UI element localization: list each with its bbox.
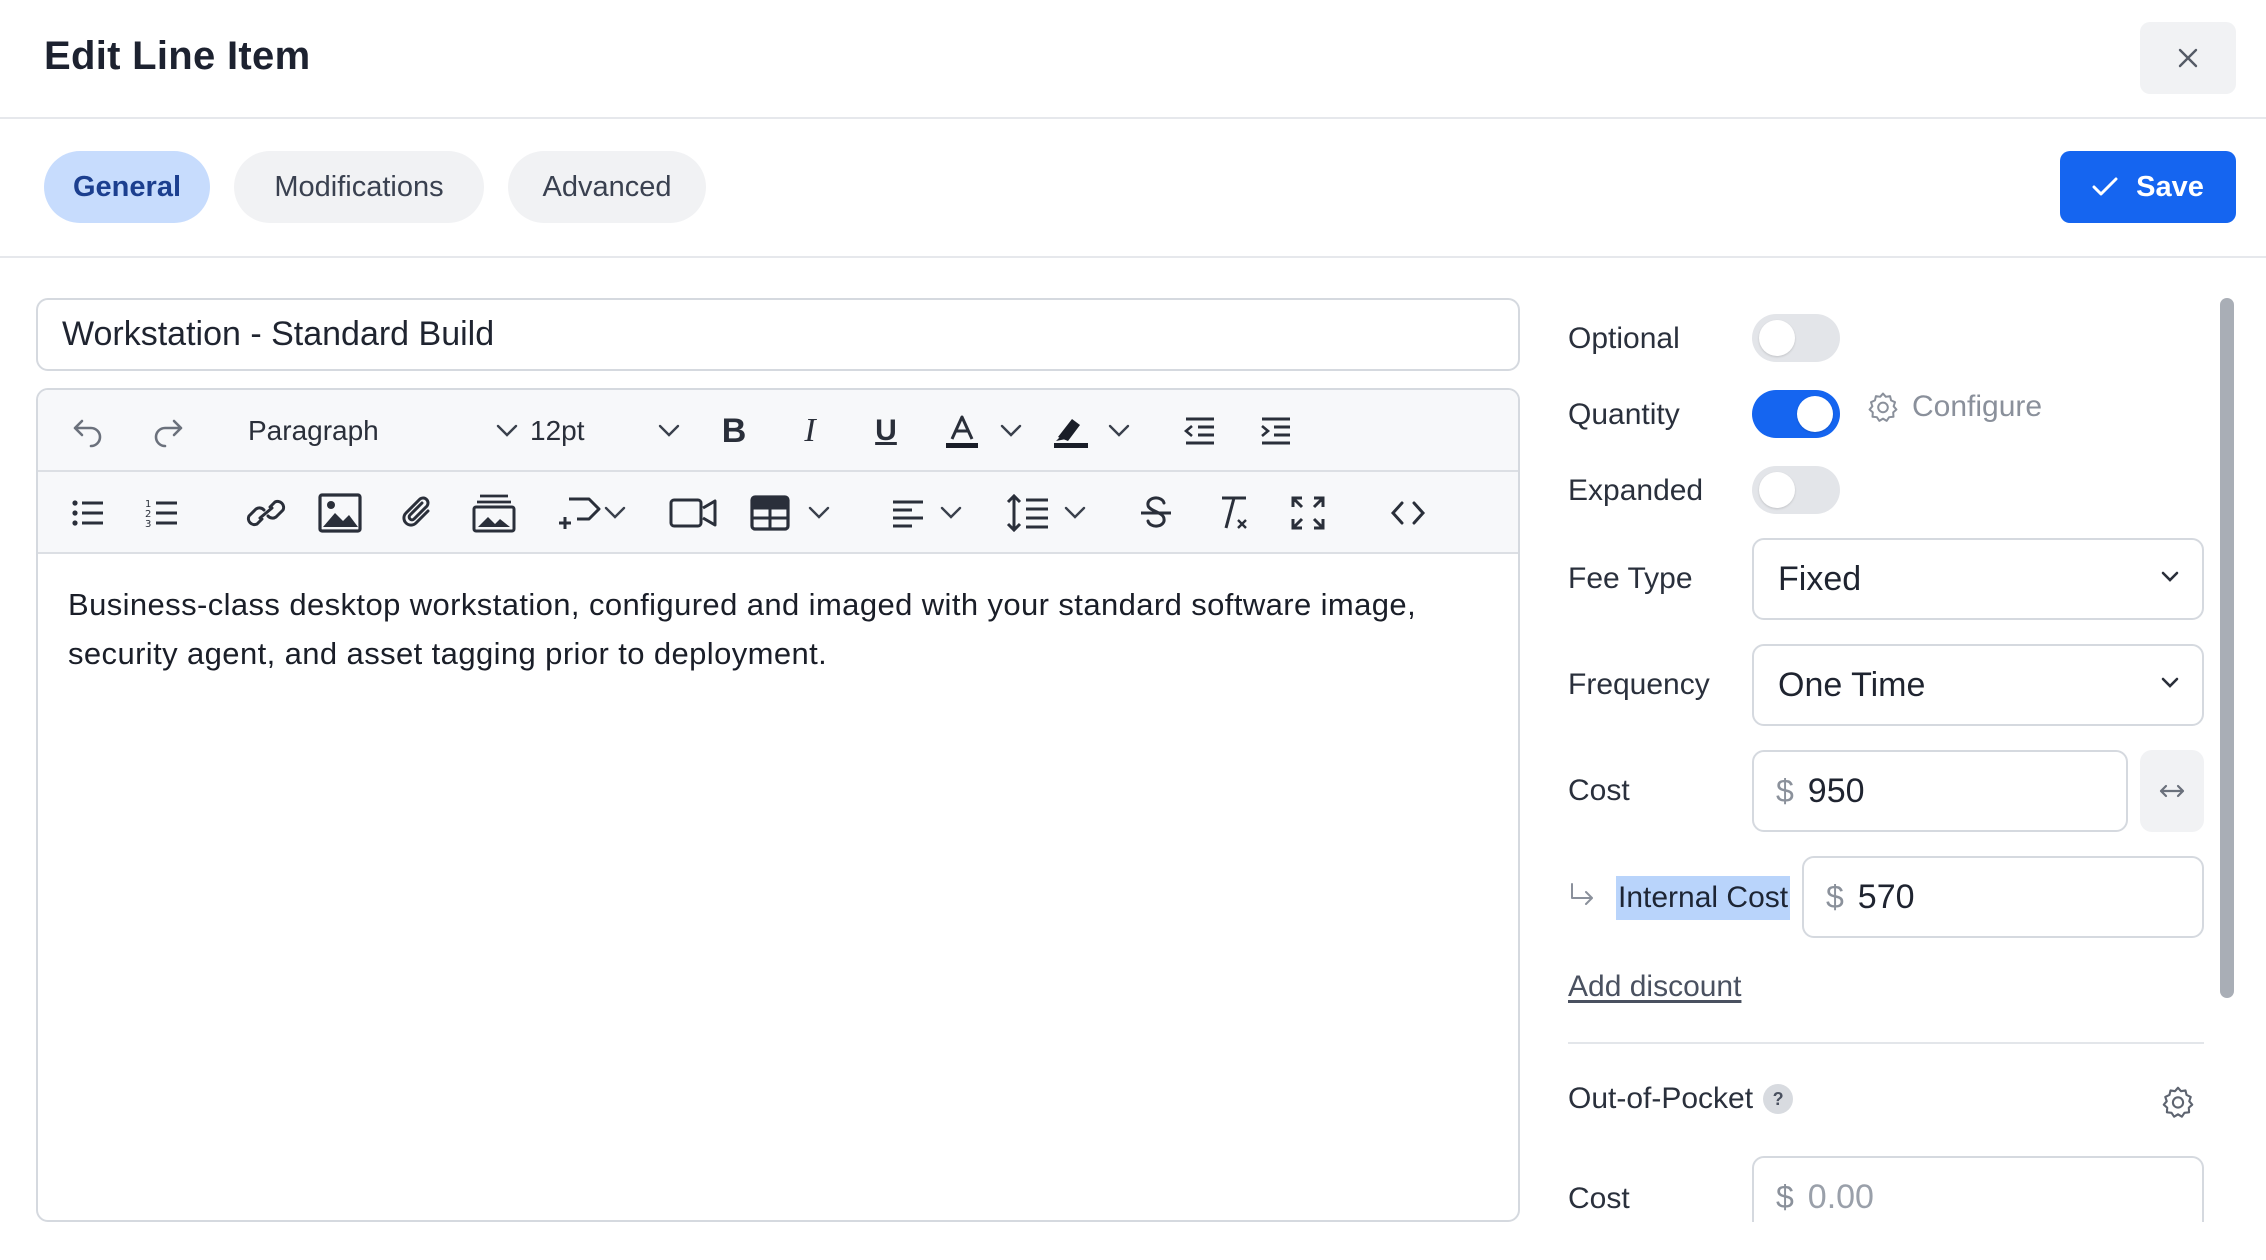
bullet-list-icon[interactable] (58, 472, 118, 554)
optional-label: Optional (1568, 322, 1680, 355)
settings-scrollbar[interactable] (2220, 298, 2234, 998)
gear-icon (1868, 392, 1898, 422)
chevron-down-icon (2161, 571, 2179, 582)
font-size-value: 12pt (530, 415, 585, 446)
font-size-select[interactable]: 12pt (530, 390, 690, 472)
check-icon (2092, 177, 2118, 196)
expanded-label: Expanded (1568, 474, 1704, 507)
section-divider (1568, 1042, 2204, 1044)
fee-type-select[interactable]: Fixed (1752, 538, 2204, 620)
attachment-icon[interactable] (388, 472, 448, 554)
image-icon[interactable] (310, 472, 370, 554)
block-format-select[interactable]: Paragraph (248, 390, 528, 472)
configure-button[interactable]: Configure (1866, 390, 2042, 424)
oop-cost-label: Cost (1568, 1182, 1630, 1215)
subitem-arrow-icon (1568, 882, 1596, 913)
internal-cost-value: 570 (1857, 877, 1915, 916)
chevron-down-icon[interactable] (598, 472, 632, 554)
currency-symbol: $ (1776, 772, 1794, 809)
chevron-down-icon[interactable] (934, 472, 968, 554)
description-editor: Paragraph 12pt B I U 1 2 3 Business-clas… (36, 388, 1520, 1222)
expanded-toggle[interactable] (1752, 466, 1840, 514)
underline-icon[interactable]: U (858, 390, 914, 472)
chevron-down-icon[interactable] (1102, 390, 1136, 472)
indent-icon[interactable] (1248, 390, 1304, 472)
dialog-title: Edit Line Item (44, 34, 311, 78)
align-left-icon[interactable] (878, 472, 938, 554)
clear-formatting-icon[interactable] (1202, 472, 1262, 554)
oop-cost-placeholder: 0.00 (1807, 1177, 1874, 1216)
save-button[interactable]: Save (2060, 151, 2236, 223)
fullscreen-icon[interactable] (1278, 472, 1338, 554)
video-icon[interactable] (658, 472, 728, 554)
chevron-down-icon[interactable] (1058, 472, 1092, 554)
undo-icon[interactable] (58, 390, 118, 472)
cost-label: Cost (1568, 774, 1630, 807)
currency-symbol: $ (1776, 1178, 1794, 1215)
save-button-label: Save (2136, 170, 2204, 203)
media-gallery-icon[interactable] (464, 472, 524, 554)
outdent-icon[interactable] (1172, 390, 1228, 472)
internal-cost-label: Internal Cost (1616, 876, 1791, 920)
currency-symbol: $ (1826, 878, 1844, 915)
frequency-value: One Time (1778, 665, 1926, 704)
chevron-down-icon (496, 424, 518, 437)
quantity-toggle[interactable] (1752, 390, 1840, 438)
help-icon[interactable]: ? (1763, 1084, 1794, 1114)
frequency-label: Frequency (1568, 668, 1710, 701)
fee-type-label: Fee Type (1568, 562, 1693, 595)
close-icon (2178, 48, 2198, 68)
swap-cost-button[interactable] (2140, 750, 2204, 832)
item-name-input[interactable]: Workstation - Standard Build (36, 298, 1520, 371)
arrows-horizontal-icon (2159, 784, 2185, 798)
out-of-pocket-heading: Out-of-Pocket ? (1568, 1082, 1794, 1116)
toggle-knob (1797, 396, 1833, 432)
frequency-select[interactable]: One Time (1752, 644, 2204, 726)
tab-modifications[interactable]: Modifications (234, 151, 484, 223)
svg-text:3: 3 (145, 519, 151, 529)
block-format-value: Paragraph (248, 415, 379, 446)
chevron-down-icon[interactable] (994, 390, 1028, 472)
source-code-icon[interactable] (1378, 472, 1438, 554)
link-icon[interactable] (236, 472, 296, 554)
cost-input[interactable]: $ 950 (1752, 750, 2128, 832)
numbered-list-icon[interactable]: 123 (132, 472, 192, 554)
bold-icon[interactable]: B (706, 390, 762, 472)
table-icon[interactable] (740, 472, 800, 554)
editor-toolbar-row-2: 123 (38, 472, 1518, 554)
dialog-header: Edit Line Item (0, 0, 2266, 119)
configure-label: Configure (1912, 390, 2043, 423)
chevron-down-icon (658, 424, 680, 437)
editor-toolbar-row-1: Paragraph 12pt B I U (38, 390, 1518, 472)
out-of-pocket-settings-button[interactable] (2160, 1084, 2196, 1125)
panel-bottom-mask (1560, 1222, 2240, 1260)
fee-type-value: Fixed (1778, 559, 1862, 598)
editor-content[interactable]: Business-class desktop workstation, conf… (68, 580, 1488, 678)
chevron-down-icon[interactable] (802, 472, 836, 554)
tab-advanced[interactable]: Advanced (508, 151, 706, 223)
quantity-label: Quantity (1568, 398, 1680, 431)
toggle-knob (1759, 320, 1795, 356)
redo-icon[interactable] (138, 390, 198, 472)
out-of-pocket-label: Out-of-Pocket (1568, 1082, 1754, 1115)
chevron-down-icon (2161, 677, 2179, 688)
tab-bar: General Modifications Advanced Save (0, 119, 2266, 258)
line-height-icon[interactable] (998, 472, 1058, 554)
strikethrough-icon[interactable] (1126, 472, 1186, 554)
close-button[interactable] (2140, 22, 2236, 94)
toggle-knob (1759, 472, 1795, 508)
internal-cost-input[interactable]: $ 570 (1802, 856, 2204, 938)
italic-icon[interactable]: I (782, 390, 838, 472)
gear-icon (2162, 1086, 2194, 1118)
highlight-color-icon[interactable] (1040, 390, 1100, 472)
optional-toggle[interactable] (1752, 314, 1840, 362)
cost-value: 950 (1807, 771, 1865, 810)
tab-general[interactable]: General (44, 151, 210, 223)
add-discount-link[interactable]: Add discount (1568, 970, 1741, 1004)
text-color-icon[interactable] (932, 390, 992, 472)
